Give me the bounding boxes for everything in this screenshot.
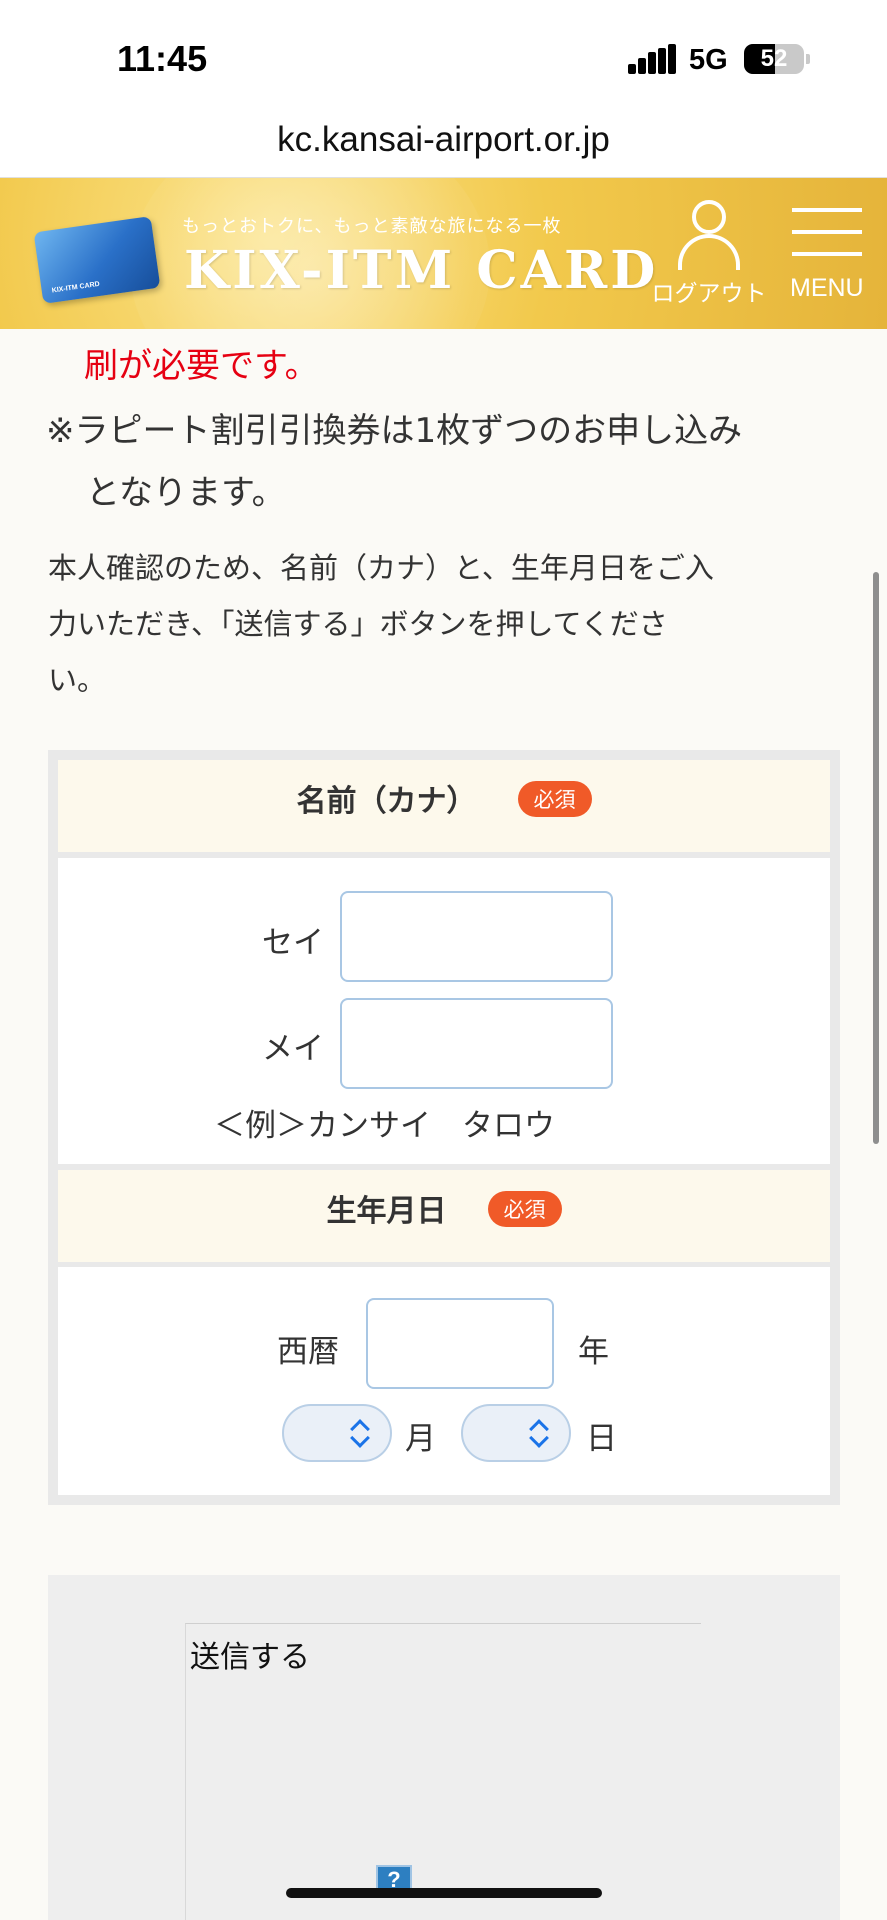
intro-line-1: 本人確認のため、名前（カナ）と、生年月日をご入 <box>48 551 714 585</box>
name-section-title: 名前（カナ） <box>296 784 477 819</box>
hamburger-icon <box>792 208 862 212</box>
address-bar[interactable]: kc.kansai-airport.or.jp <box>0 110 887 178</box>
submit-area: 送信する <box>48 1575 840 1920</box>
required-badge: 必須 <box>517 781 592 817</box>
scrollbar[interactable] <box>873 572 879 1144</box>
menu-label: MENU <box>790 274 864 302</box>
month-suffix: 月 <box>405 1421 436 1457</box>
mei-input[interactable] <box>340 998 613 1089</box>
site-header: KIX-ITM CARD もっとおトクに、もっと素敵な旅になる一枚 KIX-IT… <box>0 178 887 329</box>
url-text: kc.kansai-airport.or.jp <box>277 120 610 159</box>
submit-button[interactable]: 送信する <box>185 1623 701 1920</box>
menu-button[interactable]: MENU <box>790 208 864 308</box>
sei-label: セイ <box>262 925 324 961</box>
home-indicator[interactable] <box>286 1888 602 1898</box>
birthdate-section-header: 生年月日 必須 <box>58 1170 830 1262</box>
birth-day-select[interactable] <box>461 1404 571 1462</box>
logout-label: ログアウト <box>651 281 767 307</box>
warning-text: 刷が必要です。 <box>84 346 319 386</box>
name-example: ＜例＞カンサイ タロウ <box>214 1108 555 1144</box>
birth-year-input[interactable] <box>366 1298 554 1389</box>
status-time: 11:45 <box>117 38 208 79</box>
mei-label: メイ <box>262 1031 324 1067</box>
network-type: 5G <box>689 44 728 76</box>
sei-input[interactable] <box>340 891 613 982</box>
birth-month-select[interactable] <box>282 1404 392 1462</box>
era-label: 西暦 <box>277 1334 339 1370</box>
intro-text: 本人確認のため、名前（カナ）と、生年月日をご入 力いただき、「送信する」ボタンを… <box>48 540 828 708</box>
required-badge: 必須 <box>487 1191 562 1227</box>
user-icon <box>692 200 726 234</box>
intro-line-3: い。 <box>48 663 107 697</box>
logout-button[interactable]: ログアウト <box>648 200 770 310</box>
birthdate-section-title: 生年月日 <box>326 1194 447 1229</box>
name-section-header: 名前（カナ） 必須 <box>58 760 830 852</box>
battery-level: 52 <box>760 45 788 72</box>
note-text: ※ラピート割引引換券は1枚ずつのお申し込み となります。 <box>46 400 846 524</box>
intro-line-2: 力いただき、「送信する」ボタンを押してくださ <box>48 607 668 641</box>
card-image-text: KIX-ITM CARD <box>51 280 101 295</box>
header-tagline: もっとおトクに、もっと素敵な旅になる一枚 <box>182 216 562 237</box>
note-line-2: となります。 <box>86 473 286 513</box>
battery-icon: 52 <box>744 44 804 74</box>
chevron-updown-icon <box>348 1416 372 1452</box>
signal-icon <box>628 44 676 74</box>
status-bar: 11:45 5G 52 <box>0 0 887 110</box>
submit-button-label: 送信する <box>190 1640 310 1675</box>
note-line-1: ※ラピート割引引換券は1枚ずつのお申し込み <box>46 411 743 451</box>
brand-logo[interactable]: KIX-ITM CARD <box>184 240 658 301</box>
day-suffix: 日 <box>586 1421 617 1457</box>
year-suffix: 年 <box>578 1334 609 1370</box>
chevron-updown-icon <box>527 1416 551 1452</box>
